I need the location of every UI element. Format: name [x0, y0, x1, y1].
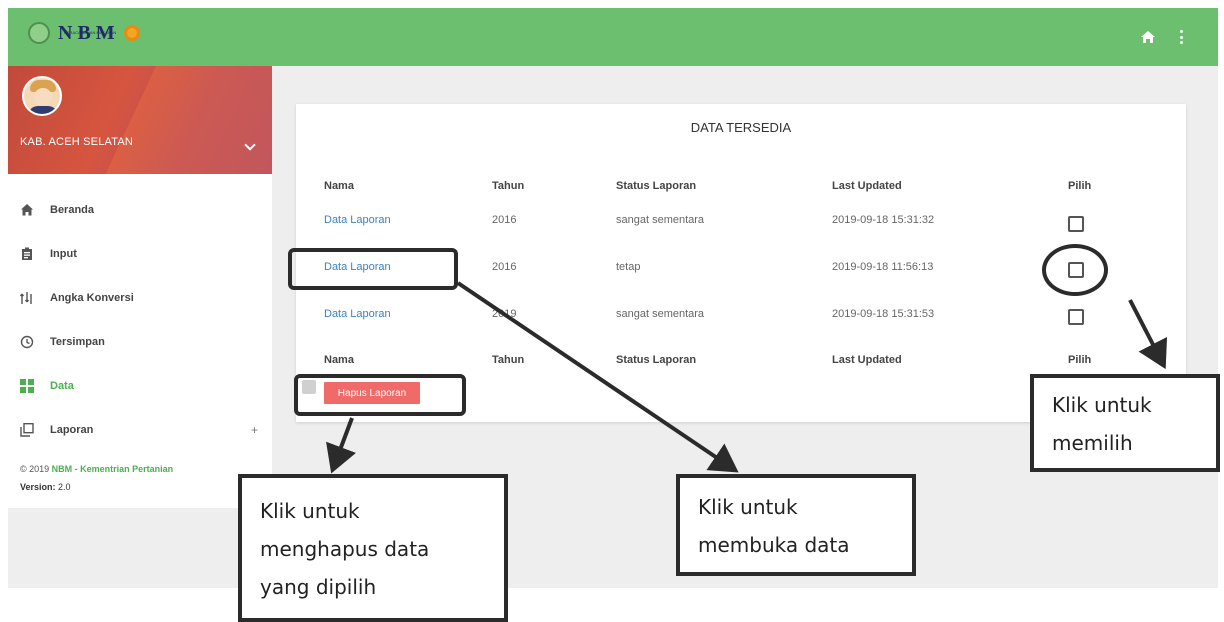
grid-icon	[20, 379, 34, 393]
row-3-status: sangat sementara	[616, 308, 705, 320]
footer-header-tahun: Tahun	[492, 354, 525, 366]
annotation-delete-line-1: Klik untuk	[260, 499, 360, 523]
row-2-tahun: 2016	[492, 261, 517, 273]
annotation-open-line-2: membuka data	[698, 533, 850, 557]
annotation-delete-line-3: yang dipilih	[260, 575, 377, 599]
sidebar-item-input[interactable]: Input	[8, 232, 272, 276]
sidebar-item-beranda[interactable]: Beranda	[8, 188, 272, 232]
highlight-checkbox	[1042, 244, 1108, 296]
row-3-tahun: 2019	[492, 308, 517, 320]
sidebar-nav: Beranda Input Angka Konversi Tersimpan D…	[8, 188, 272, 452]
history-icon	[20, 335, 34, 349]
footer-header-status: Status Laporan	[616, 354, 697, 366]
row-3-checkbox[interactable]	[1068, 309, 1084, 325]
row-1-updated: 2019-09-18 15:31:32	[832, 214, 935, 226]
footer-header-updated: Last Updated	[832, 354, 902, 366]
avatar	[22, 76, 62, 116]
annotation-open-line-1: Klik untuk	[698, 495, 798, 519]
footer-version: Version: 2.0	[20, 482, 71, 492]
row-1-status: sangat sementara	[616, 214, 705, 226]
row-3-updated: 2019-09-18 15:31:53	[832, 308, 935, 320]
sidebar-item-tersimpan[interactable]: Tersimpan	[8, 320, 272, 364]
column-header-updated: Last Updated	[832, 180, 902, 192]
annotation-select-line-1: Klik untuk	[1052, 393, 1152, 417]
column-header-pilih: Pilih	[1068, 180, 1092, 192]
profile-header[interactable]: KAB. ACEH SELATAN	[8, 66, 272, 174]
page: NBM NERACA BAHAN MAKANAN KAB. ACEH SELAT…	[0, 0, 1224, 622]
top-app-bar: NBM NERACA BAHAN MAKANAN	[8, 8, 1218, 66]
footer-header-pilih: Pilih	[1068, 354, 1092, 366]
sidebar-item-label: Input	[50, 248, 77, 260]
row-1-checkbox[interactable]	[1068, 216, 1084, 232]
copy-icon	[20, 422, 34, 437]
annotation-open: Klik untuk membuka data	[676, 474, 916, 576]
expand-icon[interactable]: +	[251, 423, 258, 437]
footer-copyright: © 2019 NBM - Kementrian Pertanian	[20, 464, 173, 474]
emblem-icon	[28, 22, 50, 44]
compare-icon	[19, 291, 34, 305]
logo-subtitle: NERACA BAHAN MAKANAN	[64, 30, 117, 35]
card-title: DATA TERSEDIA	[690, 120, 792, 135]
profile-name: KAB. ACEH SELATAN	[20, 136, 134, 148]
version-value: 2.0	[55, 482, 71, 492]
column-header-tahun: Tahun	[492, 180, 525, 192]
row-1-tahun: 2016	[492, 214, 517, 226]
column-header-nama: Nama	[324, 180, 354, 192]
row-3-nama-link[interactable]: Data Laporan	[324, 308, 391, 320]
sun-icon	[123, 25, 140, 41]
sidebar-item-label: Tersimpan	[50, 336, 105, 348]
sidebar-item-label: Data	[50, 380, 74, 392]
row-1-nama-link[interactable]: Data Laporan	[324, 214, 391, 226]
highlight-delete-button	[294, 374, 466, 416]
chevron-down-icon[interactable]	[244, 139, 256, 151]
sidebar-item-laporan[interactable]: Laporan +	[8, 408, 272, 452]
row-2-updated: 2019-09-18 11:56:13	[832, 261, 934, 273]
annotation-delete: Klik untuk menghapus data yang dipilih	[238, 474, 508, 622]
home-icon[interactable]	[1140, 30, 1156, 44]
footer-header-nama: Nama	[324, 354, 354, 366]
copyright-link[interactable]: NBM - Kementrian Pertanian	[52, 464, 174, 474]
row-2-status: tetap	[616, 261, 641, 273]
sidebar-item-label: Laporan	[50, 424, 94, 436]
sidebar-item-data[interactable]: Data	[8, 364, 272, 408]
sidebar-item-label: Beranda	[50, 204, 95, 216]
sidebar: KAB. ACEH SELATAN Beranda Input Angka Ko…	[8, 66, 272, 508]
column-header-status: Status Laporan	[616, 180, 697, 192]
clipboard-icon	[20, 247, 34, 261]
copyright-prefix: © 2019	[20, 464, 52, 474]
highlight-data-link	[288, 248, 458, 290]
annotation-select-line-2: memilih	[1052, 431, 1133, 455]
annotation-select: Klik untuk memilih	[1030, 374, 1220, 472]
home-icon	[20, 203, 34, 217]
more-vert-icon[interactable]	[1180, 30, 1184, 44]
annotation-delete-line-2: menghapus data	[260, 537, 430, 561]
sidebar-item-angka-konversi[interactable]: Angka Konversi	[8, 276, 272, 320]
sidebar-item-label: Angka Konversi	[50, 292, 134, 304]
version-label: Version:	[20, 482, 56, 492]
